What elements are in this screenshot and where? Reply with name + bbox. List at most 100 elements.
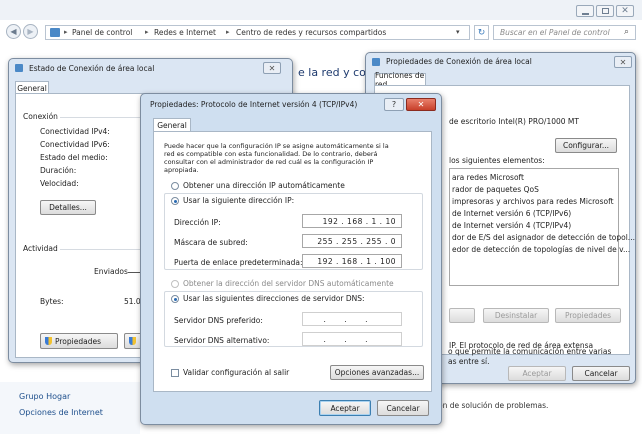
radio-manual-dns-label[interactable]: Usar las siguientes direcciones de servi… <box>183 294 367 303</box>
status-dialog-title: Estado de Conexión de área local <box>29 64 155 73</box>
help-button[interactable]: ? <box>384 98 404 111</box>
radio-manual-ip[interactable] <box>171 197 179 205</box>
uses-items-label: los siguientes elementos: <box>449 156 545 165</box>
breadcrumb-sep-icon: ▸ <box>64 28 68 36</box>
properties-button-label: Propiedades <box>55 336 101 346</box>
radio-auto-ip-label[interactable]: Obtener una dirección IP automáticamente <box>183 181 345 190</box>
description-line: o que permite la comunicación entre vari… <box>448 347 612 356</box>
list-item[interactable]: de Internet versión 4 (TCP/IPv4) <box>452 221 571 230</box>
ipv4-panel: Puede hacer que la configuración IP se a… <box>153 131 432 392</box>
mask-label: Máscara de subred: <box>174 238 248 247</box>
breadcrumb-sep-icon: ▸ <box>226 28 230 36</box>
lan-dialog-close[interactable]: ✕ <box>614 56 632 68</box>
close-button[interactable]: ✕ <box>616 5 634 17</box>
radio-auto-ip[interactable] <box>171 182 179 190</box>
list-item[interactable]: impresoras y archivos para redes Microso… <box>452 197 614 206</box>
row-ipv6-connectivity: Conectividad IPv6: <box>40 140 110 149</box>
description-line: as entre sí. <box>448 357 490 366</box>
shield-icon <box>45 337 52 345</box>
gateway-field[interactable]: 192 . 168 . 1 . 100 <box>302 254 402 268</box>
intro-text-line: red es compatible con esta funcionalidad… <box>164 150 378 158</box>
section-activity: Actividad <box>23 244 58 253</box>
ipv4-close-button[interactable]: ✕ <box>406 98 436 111</box>
close-icon: ✕ <box>621 6 629 16</box>
radio-manual-dns[interactable] <box>171 295 179 303</box>
ipv4-dialog-title: Propiedades: Protocolo de Internet versi… <box>150 100 358 109</box>
list-item[interactable]: de Internet versión 6 (TCP/IPv6) <box>452 209 571 218</box>
explorer-titlebar <box>0 0 642 20</box>
minimize-icon <box>582 13 589 15</box>
dns-preferred-label: Servidor DNS preferido: <box>174 316 263 325</box>
explorer-text-fragment: ón de solución de problemas. <box>438 401 549 410</box>
items-list[interactable]: ara redes Microsoft rador de paquetes Qo… <box>449 168 635 286</box>
forward-button[interactable]: ▶ <box>23 24 38 39</box>
refresh-icon: ↻ <box>477 27 486 38</box>
radio-manual-ip-label[interactable]: Usar la siguiente dirección IP: <box>183 196 297 205</box>
intro-text-line: Puede hacer que la configuración IP se a… <box>164 142 389 150</box>
validate-checkbox[interactable] <box>171 369 179 377</box>
list-item[interactable]: ara redes Microsoft <box>452 173 524 182</box>
close-icon: ✕ <box>619 57 627 67</box>
status-dialog-close[interactable]: ✕ <box>263 62 281 74</box>
dns-alternate-label: Servidor DNS alternativo: <box>174 336 270 345</box>
ipv4-accept-button[interactable]: Aceptar <box>319 400 371 416</box>
help-icon: ? <box>391 100 397 109</box>
bytes-label: Bytes: <box>40 297 64 306</box>
intro-text-line: consultar con el administrador de red cu… <box>164 158 374 166</box>
intro-text-line: apropiada. <box>164 166 199 174</box>
radio-auto-dns-label[interactable]: Obtener la dirección del servidor DNS au… <box>183 279 394 288</box>
list-item[interactable]: edor de detección de topologías de nivel… <box>452 245 630 254</box>
status-dialog-icon <box>15 64 23 72</box>
ip-label: Dirección IP: <box>174 218 221 227</box>
lan-cancel-button[interactable]: Cancelar <box>572 366 630 381</box>
breadcrumb-item[interactable]: Redes e Internet <box>154 28 216 37</box>
address-bar[interactable]: ▸ Panel de control ▸ Redes e Internet ▸ … <box>45 25 470 40</box>
tab-general[interactable]: General <box>153 118 191 132</box>
list-item[interactable]: rador de paquetes QoS <box>452 185 539 194</box>
maximize-button[interactable] <box>596 5 614 17</box>
row-media-state: Estado del medio: <box>40 153 108 162</box>
gateway-label: Puerta de enlace predeterminada: <box>174 258 303 267</box>
breadcrumb-sep-icon: ▸ <box>145 28 149 36</box>
properties-button[interactable]: Propiedades <box>40 333 118 349</box>
search-placeholder: Buscar en el Panel de control <box>500 28 610 37</box>
section-connection: Conexión <box>23 112 58 121</box>
breadcrumb-item[interactable]: Centro de redes y recursos compartidos <box>236 28 386 37</box>
adapter-name: de escritorio Intel(R) PRO/1000 MT <box>449 117 579 126</box>
search-input[interactable]: Buscar en el Panel de control ⌕ <box>493 25 636 40</box>
minimize-button[interactable] <box>576 5 594 17</box>
explorer-heading-fragment: e la red y con <box>298 66 373 79</box>
row-ipv4-connectivity: Conectividad IPv4: <box>40 127 110 136</box>
uninstall-button[interactable]: Desinstalar <box>483 308 549 323</box>
list-item[interactable]: dor de E/S del asignador de detección de… <box>452 233 635 242</box>
ipv4-properties-dialog: Propiedades: Protocolo de Internet versi… <box>140 93 442 425</box>
breadcrumb-item[interactable]: Panel de control <box>72 28 132 37</box>
dns-preferred-field[interactable]: . . . <box>302 312 402 326</box>
back-arrow-icon: ◀ <box>10 27 17 36</box>
shield-icon <box>129 337 136 345</box>
left-link-homegroup[interactable]: Grupo Hogar <box>19 392 70 401</box>
search-icon[interactable]: ⌕ <box>624 27 629 37</box>
ipv4-cancel-button[interactable]: Cancelar <box>377 400 429 416</box>
mask-field[interactable]: 255 . 255 . 255 . 0 <box>302 234 402 248</box>
maximize-icon <box>602 8 609 14</box>
forward-arrow-icon: ▶ <box>27 27 34 36</box>
lan-accept-button[interactable]: Aceptar <box>508 366 566 381</box>
advanced-options-button[interactable]: Opciones avanzadas... <box>330 365 424 380</box>
validate-checkbox-label[interactable]: Validar configuración al salir <box>183 368 289 377</box>
refresh-button[interactable]: ↻ <box>474 25 489 40</box>
configure-button[interactable]: Configurar... <box>555 138 617 153</box>
left-link-internet-options[interactable]: Opciones de Internet <box>19 408 103 417</box>
install-button[interactable] <box>449 308 475 323</box>
back-button[interactable]: ◀ <box>6 24 21 39</box>
radio-auto-dns[interactable] <box>171 280 179 288</box>
ip-field[interactable]: 192 . 168 . 1 . 10 <box>302 214 402 228</box>
dns-alternate-field[interactable]: . . . <box>302 332 402 346</box>
sent-label: Enviados <box>94 267 128 276</box>
row-duration: Duración: <box>40 166 77 175</box>
lan-dialog-title: Propiedades de Conexión de área local <box>386 57 532 66</box>
dropdown-arrow-icon[interactable]: ▾ <box>456 28 460 36</box>
details-button[interactable]: Detalles... <box>40 200 96 215</box>
item-properties-button[interactable]: Propiedades <box>555 308 621 323</box>
row-speed: Velocidad: <box>40 179 79 188</box>
